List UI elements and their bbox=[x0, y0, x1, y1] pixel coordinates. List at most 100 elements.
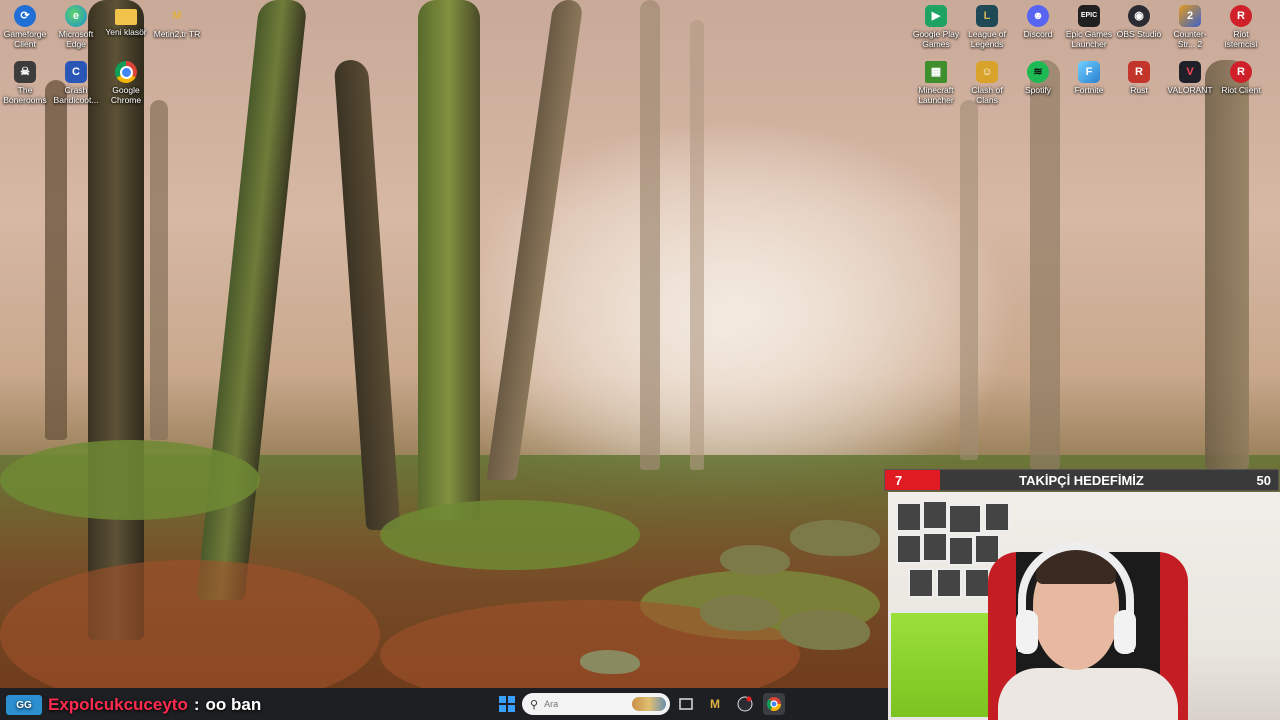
clash-of-clans-icon: ☺ bbox=[976, 61, 998, 83]
task-view-icon[interactable] bbox=[675, 693, 697, 715]
chat-username: Expolcukcuceyto bbox=[48, 695, 188, 714]
tree-trunk bbox=[640, 0, 660, 470]
riot-icon: R bbox=[1230, 5, 1252, 27]
desktop-icon-label: Riot Client bbox=[1221, 85, 1261, 95]
edge-icon: e bbox=[65, 5, 87, 27]
headset-earcup bbox=[1114, 610, 1136, 654]
taskbar-search[interactable]: ⚲ bbox=[522, 693, 670, 715]
tree-trunk bbox=[690, 20, 704, 470]
moss-patch bbox=[380, 500, 640, 570]
bonerooms-icon: ☠ bbox=[14, 61, 36, 83]
search-highlight-icon bbox=[632, 697, 666, 711]
desktop-icon-label: The Bonerooms bbox=[3, 85, 47, 105]
desktop-icon-valorant[interactable]: V VALORANT bbox=[1165, 61, 1215, 95]
desktop-icon-label: Epic Games Launcher bbox=[1065, 29, 1113, 49]
wall-photo bbox=[896, 502, 922, 532]
obs-taskbar-icon[interactable] bbox=[734, 693, 756, 715]
desktop-icon-label: Clash of Clans bbox=[971, 85, 1003, 105]
desktop-icon-bonerooms[interactable]: ☠ The Bonerooms bbox=[0, 61, 50, 105]
desktop-icon-riot-client[interactable]: R Riot Client bbox=[1216, 61, 1266, 95]
wall-photo bbox=[896, 534, 922, 564]
discord-icon: ☻ bbox=[1027, 5, 1049, 27]
desktop-icon-chrome[interactable]: Google Chrome bbox=[101, 61, 151, 105]
chat-separator: : bbox=[193, 695, 200, 714]
desktop-icon-label: Counter-Str... 2 bbox=[1173, 29, 1207, 49]
desktop-icon-fortnite[interactable]: F Fortnite bbox=[1064, 61, 1114, 95]
desktop-icon-metin2[interactable]: M Metin2.tr TR bbox=[152, 5, 202, 40]
desktop-icon-label: VALORANT bbox=[1167, 85, 1213, 95]
desktop-icon-edge[interactable]: e Microsoft Edge bbox=[51, 5, 101, 49]
rock bbox=[790, 520, 880, 556]
crash-icon: C bbox=[65, 61, 87, 83]
webcam-overlay bbox=[888, 492, 1280, 720]
wall-photo bbox=[964, 568, 990, 598]
desktop-icon-label: Google Chrome bbox=[110, 85, 142, 105]
desktop-icon-label: Fortnite bbox=[1074, 85, 1104, 95]
rock bbox=[720, 545, 790, 575]
folder-icon bbox=[115, 9, 137, 25]
rock bbox=[700, 595, 780, 631]
desktop-icon-league[interactable]: L League of Legends bbox=[962, 5, 1012, 49]
desktop-icon-spotify[interactable]: ≋ Spotify bbox=[1013, 61, 1063, 95]
desktop-icon-minecraft[interactable]: ▦ Minecraft Launcher bbox=[911, 61, 961, 105]
spotify-icon: ≋ bbox=[1027, 61, 1049, 83]
metin2-taskbar-icon[interactable]: M bbox=[704, 693, 726, 715]
minecraft-icon: ▦ bbox=[925, 61, 947, 83]
desktop-icon-discord[interactable]: ☻ Discord bbox=[1013, 5, 1063, 39]
wall-photo bbox=[936, 568, 962, 598]
desktop-icon-riot-istemcisi[interactable]: R Riot istemcisi bbox=[1216, 5, 1266, 49]
desktop-icon-label: OBS Studio bbox=[1116, 29, 1162, 39]
tree-trunk bbox=[1205, 60, 1249, 470]
desktop-icon-counter-strike[interactable]: 2 Counter-Str... 2 bbox=[1165, 5, 1215, 49]
desktop-icon-folder[interactable]: Yeni klasör bbox=[101, 5, 151, 37]
desktop-icon-label: Yeni klasör bbox=[105, 27, 147, 37]
wall-photo bbox=[948, 536, 974, 566]
wall-photo bbox=[948, 504, 982, 534]
valorant-icon: V bbox=[1179, 61, 1201, 83]
desktop-icon-gameforge[interactable]: ⟳ Gameforge Client bbox=[0, 5, 50, 49]
desktop-icon-crash[interactable]: C Crash Bandicoot... bbox=[51, 61, 101, 105]
search-icon: ⚲ bbox=[530, 698, 539, 711]
windows-start-icon[interactable] bbox=[496, 693, 518, 715]
desktop-icon-label: Google Play Games bbox=[912, 29, 960, 49]
desktop-icon-google-play-games[interactable]: ▶ Google Play Games bbox=[911, 5, 961, 49]
streamer-body bbox=[998, 668, 1178, 720]
obs-icon: ◉ bbox=[1128, 5, 1150, 27]
desktop-icon-label: Discord bbox=[1023, 29, 1053, 39]
wall-photo bbox=[984, 502, 1010, 532]
chrome-taskbar-icon[interactable] bbox=[763, 693, 785, 715]
wall-photo bbox=[922, 500, 948, 530]
epic-games-icon: EPIC bbox=[1078, 5, 1100, 27]
riot-client-icon: R bbox=[1230, 61, 1252, 83]
stream-chat-message: GG Expolcukcuceyto : oo ban bbox=[6, 693, 261, 717]
desktop-icon-label: Minecraft Launcher bbox=[918, 85, 954, 105]
follower-goal-target: 50 bbox=[1256, 473, 1271, 488]
tree-trunk bbox=[45, 80, 67, 440]
rust-icon: R bbox=[1128, 61, 1150, 83]
fortnite-icon: F bbox=[1078, 61, 1100, 83]
desktop-icon-obs[interactable]: ◉ OBS Studio bbox=[1114, 5, 1164, 39]
desktop-icon-clash-of-clans[interactable]: ☺ Clash of Clans bbox=[962, 61, 1012, 105]
desktop-icon-label: Spotify bbox=[1025, 85, 1051, 95]
tree-trunk bbox=[1030, 60, 1060, 470]
search-input[interactable] bbox=[542, 698, 617, 710]
moss-patch bbox=[0, 440, 260, 520]
desktop-icon-rust[interactable]: R Rust bbox=[1114, 61, 1164, 95]
counter-strike-icon: 2 bbox=[1179, 5, 1201, 27]
wall-photo bbox=[922, 532, 948, 562]
follower-goal-title: TAKİPÇİ HEDEFİMİZ bbox=[1019, 473, 1144, 488]
rock bbox=[580, 650, 640, 674]
desktop-icon-label: Metin2.tr TR bbox=[153, 29, 201, 39]
headset-earcup bbox=[1016, 610, 1038, 654]
google-play-games-icon: ▶ bbox=[925, 5, 947, 27]
desktop-icon-label: Rust bbox=[1130, 85, 1148, 95]
chat-badge-icon: GG bbox=[6, 695, 42, 715]
tree-trunk bbox=[418, 0, 480, 520]
desktop-icon-label: Gameforge Client bbox=[3, 29, 47, 49]
desktop-icon-epic[interactable]: EPIC Epic Games Launcher bbox=[1064, 5, 1114, 49]
desktop-icon-label: Microsoft Edge bbox=[58, 29, 94, 49]
desktop-icon-label: League of Legends bbox=[968, 29, 1006, 49]
green-drawer bbox=[888, 610, 998, 720]
desktop-icon-label: Riot istemcisi bbox=[1224, 29, 1258, 49]
metin2-icon: M bbox=[172, 10, 182, 22]
